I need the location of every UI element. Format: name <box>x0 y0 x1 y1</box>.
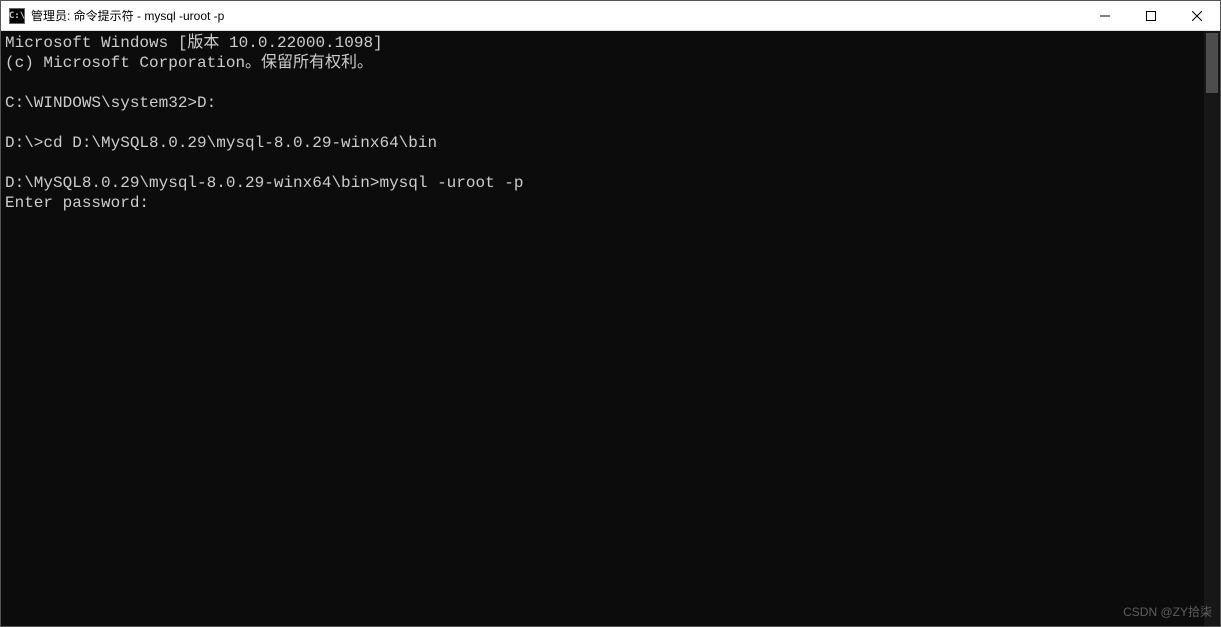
scrollbar-track[interactable] <box>1204 31 1220 626</box>
terminal-output: Microsoft Windows [版本 10.0.22000.1098] (… <box>1 31 1220 215</box>
titlebar[interactable]: C:\ 管理员: 命令提示符 - mysql -uroot -p <box>1 1 1220 31</box>
window-controls <box>1082 1 1220 30</box>
window-title: 管理员: 命令提示符 - mysql -uroot -p <box>31 7 1082 24</box>
maximize-button[interactable] <box>1128 1 1174 30</box>
command-prompt-window: C:\ 管理员: 命令提示符 - mysql -uroot -p M <box>0 0 1221 627</box>
maximize-icon <box>1146 11 1156 21</box>
cmd-icon: C:\ <box>9 8 25 24</box>
close-button[interactable] <box>1174 1 1220 30</box>
close-icon <box>1192 11 1202 21</box>
minimize-button[interactable] <box>1082 1 1128 30</box>
minimize-icon <box>1100 11 1110 21</box>
scrollbar-thumb[interactable] <box>1206 33 1218 93</box>
watermark: CSDN @ZY拾柒 <box>1123 603 1212 620</box>
terminal-area[interactable]: Microsoft Windows [版本 10.0.22000.1098] (… <box>1 31 1220 626</box>
